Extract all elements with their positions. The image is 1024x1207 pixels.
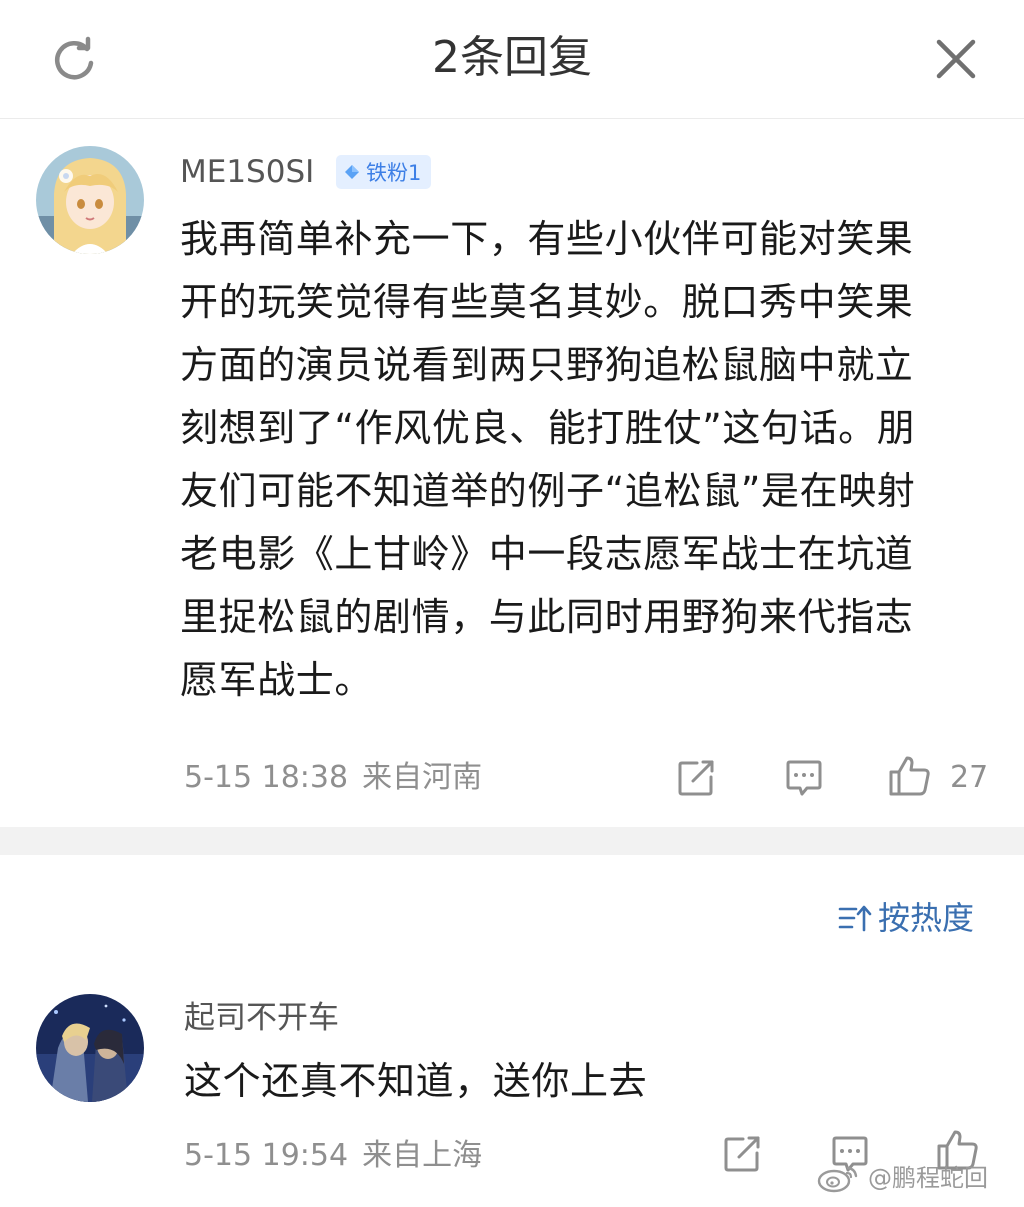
comment-text-line: 这个还真不知道，送你上去 xyxy=(184,1059,648,1103)
comment-time: 5-15 19:54 xyxy=(184,1138,349,1173)
username[interactable]: ME1S0SI xyxy=(180,152,314,192)
comment-text: 这个还真不知道，送你上去 xyxy=(184,1050,647,1113)
repost-icon xyxy=(724,1136,760,1172)
comment-text-line: 里捉松鼠的剧情，与此同时用野狗来代指志 xyxy=(180,595,914,639)
watermark-text: @鹏程蛇回 xyxy=(868,1164,988,1192)
avatar[interactable] xyxy=(36,994,144,1102)
close-icon xyxy=(936,39,976,79)
comment-location: 来自河南 xyxy=(362,760,483,795)
avatar[interactable] xyxy=(36,146,144,254)
thumbs-up-icon xyxy=(889,756,930,796)
comment-text-line: 开的玩笑觉得有些莫名其妙。脱口秀中笑果 xyxy=(180,280,914,324)
repost-button[interactable] xyxy=(718,1130,766,1178)
watermark: @鹏程蛇回 xyxy=(816,1162,988,1194)
username[interactable]: 起司不开车 xyxy=(184,998,339,1038)
fan-badge: 铁粉1 xyxy=(336,155,432,189)
section-divider xyxy=(0,827,1024,855)
like-button[interactable] xyxy=(886,752,934,800)
weibo-logo-icon xyxy=(817,1166,858,1193)
header-bar: 2条回复 xyxy=(0,0,1024,119)
comment-meta: 5-15 19:54 来自上海 xyxy=(184,1136,482,1176)
sort-by-hot-button[interactable]: 按热度 xyxy=(838,896,974,940)
sort-icon xyxy=(838,905,872,932)
sort-label: 按热度 xyxy=(878,899,975,937)
page-title: 2条回复 xyxy=(432,32,592,83)
comment-icon xyxy=(786,760,822,796)
comment-meta: 5-15 18:38 来自河南 xyxy=(184,758,482,798)
comment-text-line: 我再简单补充一下，有些小伙伴可能对笑果 xyxy=(180,217,914,261)
repost-button[interactable] xyxy=(672,754,720,802)
badge-label: 铁粉1 xyxy=(366,161,422,185)
comment-text-line: 友们可能不知道举的例子“追松鼠”是在映射 xyxy=(180,469,916,513)
like-count: 27 xyxy=(950,760,989,795)
comment-text-line: 老电影《上甘岭》中一段志愿军战士在坑道 xyxy=(180,532,914,576)
comment-text-line: 愿军战士。 xyxy=(180,658,374,702)
comment-location: 来自上海 xyxy=(362,1138,483,1173)
diamond-icon xyxy=(345,165,359,179)
comment-time: 5-15 18:38 xyxy=(184,760,349,795)
comment-text-line: 刻想到了“作风优良、能打胜仗”这句话。朋 xyxy=(180,406,916,450)
close-button[interactable] xyxy=(924,27,988,91)
reply-button[interactable] xyxy=(780,754,828,802)
comment-text-line: 方面的演员说看到两只野狗追松鼠脑中就立 xyxy=(180,343,914,387)
repost-icon xyxy=(678,760,714,796)
comment-text: 我再简单补充一下，有些小伙伴可能对笑果 开的玩笑觉得有些莫名其妙。脱口秀中笑果 … xyxy=(180,208,915,712)
